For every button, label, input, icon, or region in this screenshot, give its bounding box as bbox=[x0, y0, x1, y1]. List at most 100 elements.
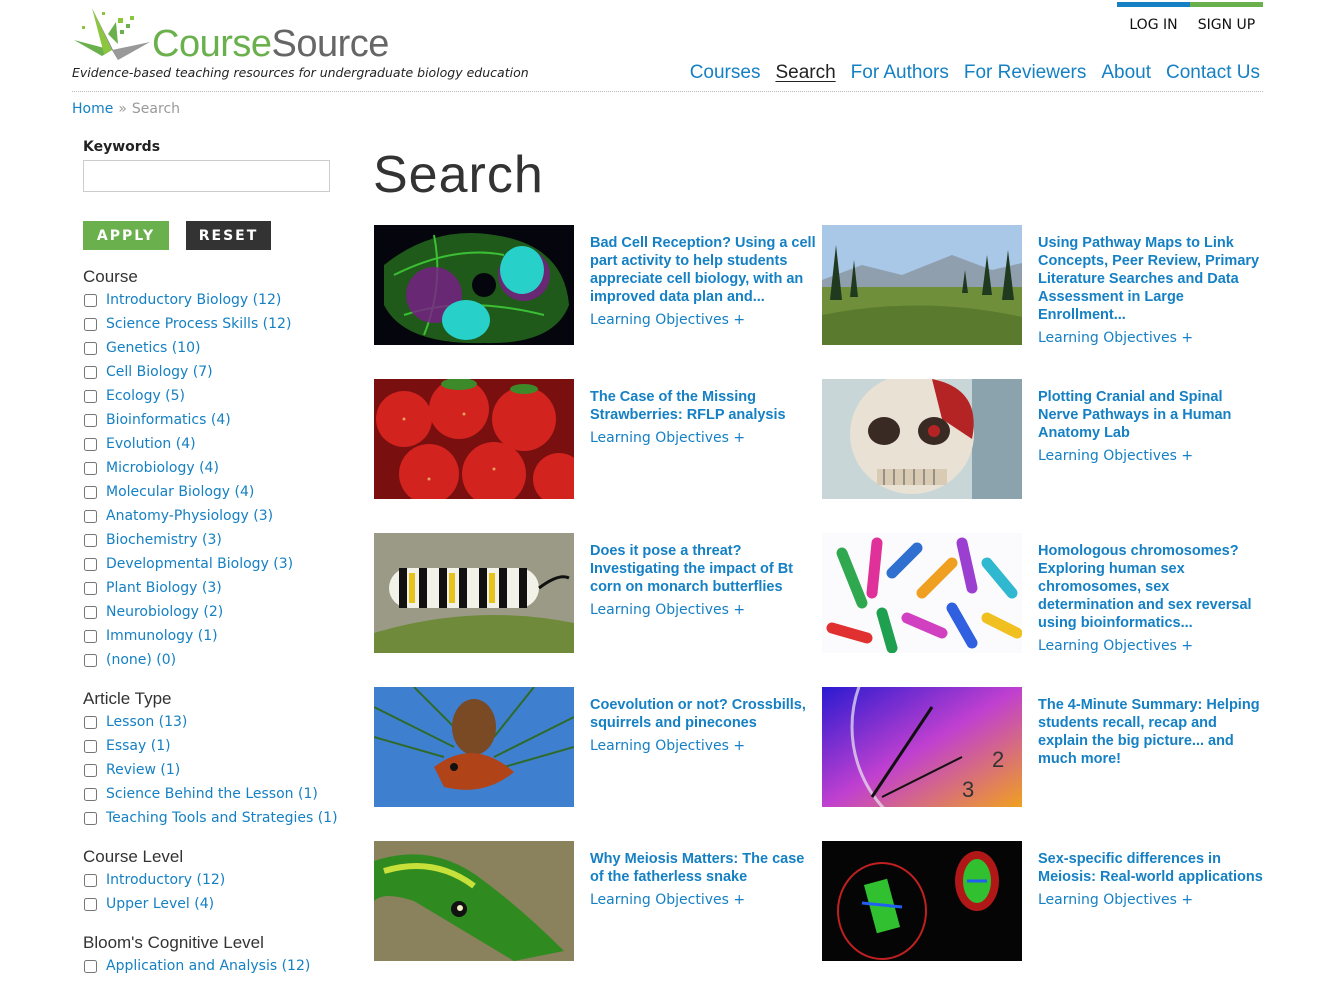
facet-checkbox[interactable] bbox=[84, 605, 97, 619]
keywords-input[interactable] bbox=[83, 160, 330, 192]
result-thumbnail[interactable] bbox=[822, 841, 1022, 961]
facet-checkbox[interactable] bbox=[84, 317, 97, 331]
result-thumbnail[interactable]: 32 bbox=[822, 687, 1022, 807]
facet-checkbox[interactable] bbox=[84, 293, 97, 307]
site-name: CourseSource bbox=[152, 23, 389, 65]
result-thumbnail[interactable] bbox=[374, 379, 574, 499]
nav-contact-us[interactable]: Contact Us bbox=[1166, 62, 1260, 84]
facet-checkbox[interactable] bbox=[84, 485, 97, 499]
facet-checkbox[interactable] bbox=[84, 787, 97, 801]
facet-option-label[interactable]: Evolution (4) bbox=[106, 436, 196, 452]
facet-option: Evolution (4) bbox=[83, 432, 343, 456]
learning-objectives-toggle[interactable]: Learning Objectives + bbox=[590, 738, 816, 754]
facet-checkbox[interactable] bbox=[84, 715, 97, 729]
facet-option: Plant Biology (3) bbox=[83, 576, 343, 600]
reset-button[interactable]: RESET bbox=[186, 221, 271, 250]
login-link[interactable]: LOG IN bbox=[1117, 2, 1190, 36]
nav-courses[interactable]: Courses bbox=[690, 62, 761, 84]
facet-checkbox[interactable] bbox=[84, 509, 97, 523]
result-title[interactable]: Using Pathway Maps to Link Concepts, Pee… bbox=[1038, 234, 1264, 324]
facet-checkbox[interactable] bbox=[84, 389, 97, 403]
facet-checkbox[interactable] bbox=[84, 413, 97, 427]
facet-option: Lesson (13) bbox=[83, 710, 343, 734]
result-title[interactable]: The 4-Minute Summary: Helping students r… bbox=[1038, 696, 1264, 768]
facet-checkbox[interactable] bbox=[84, 341, 97, 355]
facet-option-label[interactable]: Ecology (5) bbox=[106, 388, 185, 404]
facet-option-label[interactable]: Molecular Biology (4) bbox=[106, 484, 254, 500]
facet-group: Article Type Lesson (13) Essay (1) Review (… bbox=[83, 689, 343, 830]
result-thumbnail[interactable] bbox=[374, 225, 574, 345]
result-title[interactable]: Bad Cell Reception? Using a cell part ac… bbox=[590, 234, 816, 306]
result-card: Does it pose a threat? Investigating the… bbox=[374, 533, 822, 653]
facet-checkbox[interactable] bbox=[84, 811, 97, 825]
facet-checkbox[interactable] bbox=[84, 437, 97, 451]
result-thumbnail[interactable] bbox=[374, 841, 574, 961]
facet-option-label[interactable]: Cell Biology (7) bbox=[106, 364, 213, 380]
facet-option-label[interactable]: Application and Analysis (12) bbox=[106, 958, 310, 974]
facet-option-label[interactable]: Science Behind the Lesson (1) bbox=[106, 786, 318, 802]
facet-checkbox[interactable] bbox=[84, 959, 97, 973]
nav-search[interactable]: Search bbox=[775, 62, 835, 84]
facet-checkbox[interactable] bbox=[84, 873, 97, 887]
site-logo[interactable]: CourseSource Evidence-based teaching res… bbox=[72, 4, 529, 84]
facet-option: Bioinformatics (4) bbox=[83, 408, 343, 432]
learning-objectives-toggle[interactable]: Learning Objectives + bbox=[590, 312, 816, 328]
facet-option-label[interactable]: Science Process Skills (12) bbox=[106, 316, 291, 332]
learning-objectives-toggle[interactable]: Learning Objectives + bbox=[1038, 892, 1264, 908]
facet-option-label[interactable]: Introductory (12) bbox=[106, 872, 225, 888]
result-title[interactable]: Plotting Cranial and Spinal Nerve Pathwa… bbox=[1038, 388, 1264, 442]
result-thumbnail[interactable] bbox=[374, 533, 574, 653]
facet-option-label[interactable]: Introductory Biology (12) bbox=[106, 292, 281, 308]
learning-objectives-toggle[interactable]: Learning Objectives + bbox=[590, 430, 816, 446]
facet-checkbox[interactable] bbox=[84, 461, 97, 475]
facet-option-label[interactable]: Review (1) bbox=[106, 762, 180, 778]
result-thumbnail[interactable] bbox=[822, 533, 1022, 653]
result-thumbnail[interactable] bbox=[822, 379, 1022, 499]
result-title[interactable]: Sex-specific differences in Meiosis: Rea… bbox=[1038, 850, 1264, 886]
facet-option-label[interactable]: Anatomy-Physiology (3) bbox=[106, 508, 273, 524]
facet-option-label[interactable]: Essay (1) bbox=[106, 738, 171, 754]
facet-checkbox[interactable] bbox=[84, 739, 97, 753]
facet-checkbox[interactable] bbox=[84, 897, 97, 911]
facet-option-label[interactable]: Upper Level (4) bbox=[106, 896, 214, 912]
learning-objectives-toggle[interactable]: Learning Objectives + bbox=[1038, 448, 1264, 464]
result-title[interactable]: Coevolution or not? Crossbills, squirrel… bbox=[590, 696, 816, 732]
learning-objectives-toggle[interactable]: Learning Objectives + bbox=[1038, 330, 1264, 346]
result-title[interactable]: The Case of the Missing Strawberries: RF… bbox=[590, 388, 816, 424]
learning-objectives-toggle[interactable]: Learning Objectives + bbox=[590, 892, 816, 908]
facet-option-label[interactable]: Genetics (10) bbox=[106, 340, 201, 356]
facet-checkbox[interactable] bbox=[84, 629, 97, 643]
result-title[interactable]: Homologous chromosomes? Exploring human … bbox=[1038, 542, 1264, 632]
facet-checkbox[interactable] bbox=[84, 763, 97, 777]
facet-option-label[interactable]: (none) (0) bbox=[106, 652, 176, 668]
facet-checkbox[interactable] bbox=[84, 533, 97, 547]
facet-checkbox[interactable] bbox=[84, 557, 97, 571]
facet-option-label[interactable]: Developmental Biology (3) bbox=[106, 556, 293, 572]
result-title[interactable]: Does it pose a threat? Investigating the… bbox=[590, 542, 816, 596]
facet-option-label[interactable]: Bioinformatics (4) bbox=[106, 412, 231, 428]
nav-for-authors[interactable]: For Authors bbox=[851, 62, 949, 84]
svg-text:2: 2 bbox=[992, 747, 1004, 772]
facet-option: Neurobiology (2) bbox=[83, 600, 343, 624]
facet-option-label[interactable]: Teaching Tools and Strategies (1) bbox=[106, 810, 338, 826]
facet-group: Bloom's Cognitive Level Application and A… bbox=[83, 933, 343, 978]
learning-objectives-toggle[interactable]: Learning Objectives + bbox=[590, 602, 816, 618]
nav-about[interactable]: About bbox=[1101, 62, 1151, 84]
facet-checkbox[interactable] bbox=[84, 365, 97, 379]
breadcrumb-home[interactable]: Home bbox=[72, 101, 113, 117]
facet-option-label[interactable]: Plant Biology (3) bbox=[106, 580, 222, 596]
facet-option-label[interactable]: Biochemistry (3) bbox=[106, 532, 222, 548]
facet-checkbox[interactable] bbox=[84, 581, 97, 595]
facet-checkbox[interactable] bbox=[84, 653, 97, 667]
facet-option-label[interactable]: Immunology (1) bbox=[106, 628, 218, 644]
apply-button[interactable]: APPLY bbox=[83, 221, 169, 250]
facet-option-label[interactable]: Neurobiology (2) bbox=[106, 604, 223, 620]
signup-link[interactable]: SIGN UP bbox=[1190, 2, 1263, 36]
result-thumbnail[interactable] bbox=[822, 225, 1022, 345]
nav-for-reviewers[interactable]: For Reviewers bbox=[964, 62, 1086, 84]
result-title[interactable]: Why Meiosis Matters: The case of the fat… bbox=[590, 850, 816, 886]
facet-option-label[interactable]: Microbiology (4) bbox=[106, 460, 219, 476]
result-thumbnail[interactable] bbox=[374, 687, 574, 807]
learning-objectives-toggle[interactable]: Learning Objectives + bbox=[1038, 638, 1264, 654]
facet-option-label[interactable]: Lesson (13) bbox=[106, 714, 187, 730]
